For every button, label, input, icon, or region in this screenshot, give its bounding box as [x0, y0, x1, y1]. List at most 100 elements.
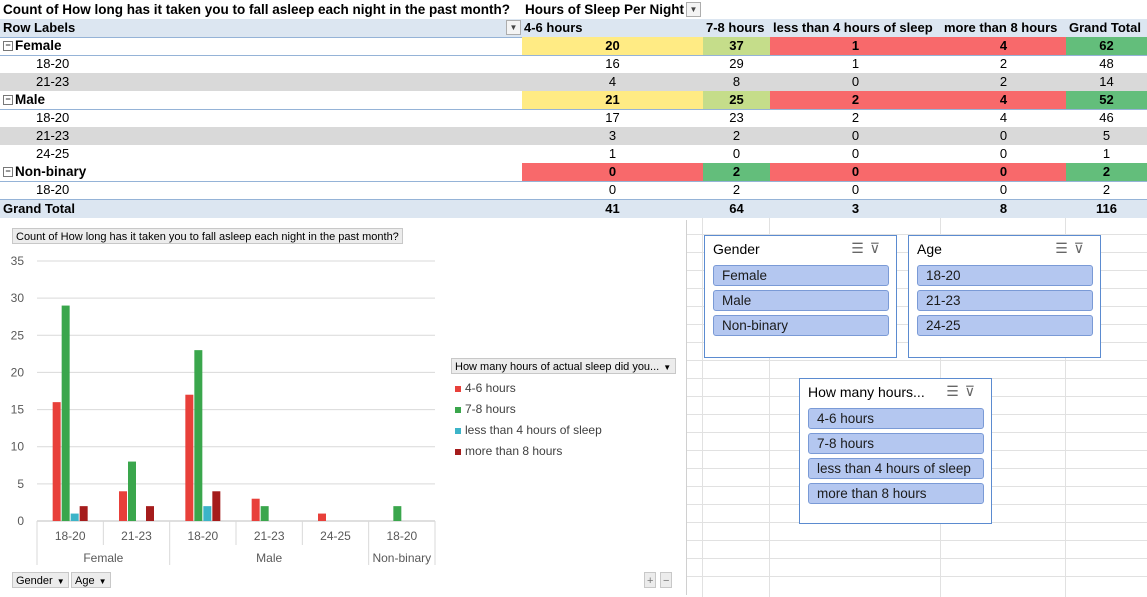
pivot-cell: 48 [1099, 56, 1114, 71]
clear-filter-icon[interactable]: ⊽ [965, 383, 981, 399]
row-label-text: 18-20 [36, 182, 70, 197]
legend-title: How many hours of actual sleep did you..… [455, 361, 660, 373]
pivot-cell: 25 [703, 91, 770, 109]
hours-slicer: How many hours... ☰⊽ 4-6 hours 7-8 hours… [799, 378, 992, 524]
x-tick-label: 18-20 [187, 529, 218, 543]
pivot-chart[interactable]: Count of How long has it taken you to fa… [2, 220, 687, 595]
row-label-text: Female [15, 38, 62, 53]
group-label[interactable]: − Non-binary [3, 163, 403, 181]
pivot-cell: 0 [999, 146, 1008, 161]
legend-label: 7-8 hours [465, 402, 516, 416]
column-header: 7-8 hours [706, 20, 765, 35]
pivot-cell: 0 [770, 163, 941, 181]
column-header: less than 4 hours of sleep [773, 20, 933, 35]
collapse-icon[interactable]: − [3, 167, 13, 178]
group-label[interactable]: − Male [3, 91, 403, 109]
chip-label: Gender [16, 575, 53, 587]
pivot-header-row-1: Count of How long has it taken you to fa… [0, 1, 1147, 19]
pivot-cell: 52 [1066, 91, 1147, 109]
chevron-down-icon: ▼ [98, 577, 107, 586]
pivot-group-row: − Non-binary 0 2 0 0 2 [0, 163, 1147, 182]
multi-select-icon[interactable]: ☰ [851, 240, 870, 256]
x-group-label: Non-binary [372, 551, 431, 565]
pivot-cell: 2 [851, 110, 860, 125]
bar [79, 506, 88, 521]
multi-select-icon[interactable]: ☰ [946, 383, 965, 399]
pivot-cell: 23 [729, 110, 744, 125]
pivot-cell: 20 [522, 37, 703, 55]
column-filter-dropdown[interactable]: ▼ [686, 2, 701, 17]
pivot-cell: 2 [999, 56, 1008, 71]
y-tick-label: 5 [17, 477, 24, 491]
collapse-field-button[interactable]: − [660, 572, 673, 588]
pivot-cell: 1 [608, 146, 617, 161]
y-tick-label: 0 [17, 514, 24, 528]
pivot-cell: 2 [1066, 163, 1147, 181]
clear-filter-icon[interactable]: ⊽ [870, 240, 886, 256]
row-label-text: Non-binary [15, 164, 87, 179]
pivot-cell: 0 [941, 163, 1066, 181]
slicer-item[interactable]: 4-6 hours [808, 408, 984, 429]
legend-label: 4-6 hours [465, 381, 516, 395]
group-label[interactable]: − Female [3, 37, 403, 55]
age-slicer: Age ☰⊽ 18-20 21-23 24-25 [908, 235, 1101, 358]
chart-legend: 4-6 hours 7-8 hours less than 4 hours of s… [455, 378, 602, 462]
expand-field-button[interactable]: + [644, 572, 657, 588]
slicer-item[interactable]: Non-binary [713, 315, 889, 336]
legend-swatch [455, 427, 461, 434]
slicer-item[interactable]: 24-25 [917, 315, 1093, 336]
legend-swatch [455, 448, 461, 455]
y-tick-label: 35 [11, 254, 25, 268]
row-label: 18-20 [36, 55, 436, 73]
y-tick-label: 15 [11, 403, 25, 417]
legend-swatch [455, 406, 461, 413]
y-tick-label: 30 [11, 291, 25, 305]
slicer-item[interactable]: Female [713, 265, 889, 286]
pivot-cell: 46 [1099, 110, 1114, 125]
multi-select-icon[interactable]: ☰ [1055, 240, 1074, 256]
bar [146, 506, 154, 521]
collapse-icon[interactable]: − [3, 95, 13, 106]
bar [251, 498, 260, 521]
slicer-item[interactable]: more than 8 hours [808, 483, 984, 504]
legend-item: 4-6 hours [455, 378, 602, 399]
x-group-label: Male [256, 551, 282, 565]
x-group-label: Female [83, 551, 123, 565]
row-label-text: 24-25 [36, 146, 70, 161]
pivot-cell: 2 [703, 163, 770, 181]
gender-filter-chip[interactable]: Gender ▼ [12, 572, 69, 588]
pivot-cell: 4 [608, 74, 617, 89]
pivot-group-row: − Male 21 25 2 4 52 [0, 91, 1147, 110]
row-filter-dropdown[interactable]: ▼ [506, 20, 521, 35]
slicer-item[interactable]: less than 4 hours of sleep [808, 458, 984, 479]
legend-field-button[interactable]: How many hours of actual sleep did you..… [451, 358, 676, 374]
age-filter-chip[interactable]: Age ▼ [71, 572, 111, 588]
row-label: 18-20 [36, 109, 436, 127]
pivot-cell: 3 [608, 128, 617, 143]
slicer-item[interactable]: 21-23 [917, 290, 1093, 311]
slicer-title: How many hours... [808, 384, 925, 400]
chip-label: Age [75, 575, 95, 587]
row-label-text: 18-20 [36, 110, 70, 125]
x-tick-label: 21-23 [121, 529, 152, 543]
collapse-icon[interactable]: − [3, 41, 13, 52]
pivot-cell: 0 [999, 182, 1008, 197]
slicer-item[interactable]: Male [713, 290, 889, 311]
pivot-cell: 37 [703, 37, 770, 55]
pivot-cell: 0 [851, 146, 860, 161]
slicer-item[interactable]: 18-20 [917, 265, 1093, 286]
pivot-cell: 62 [1066, 37, 1147, 55]
bar [203, 506, 212, 521]
x-tick-label: 18-20 [386, 529, 417, 543]
pivot-cell: 29 [729, 56, 744, 71]
bar [194, 350, 203, 521]
row-label-text: Male [15, 92, 46, 107]
legend-label: more than 8 hours [465, 444, 563, 458]
clear-filter-icon[interactable]: ⊽ [1074, 240, 1090, 256]
y-tick-label: 25 [11, 328, 25, 342]
grand-total-value: 8 [999, 201, 1008, 216]
slicer-item[interactable]: 7-8 hours [808, 433, 984, 454]
slicer-title: Age [917, 241, 942, 257]
row-label: 18-20 [36, 181, 436, 199]
grand-total-value: 3 [851, 201, 860, 216]
